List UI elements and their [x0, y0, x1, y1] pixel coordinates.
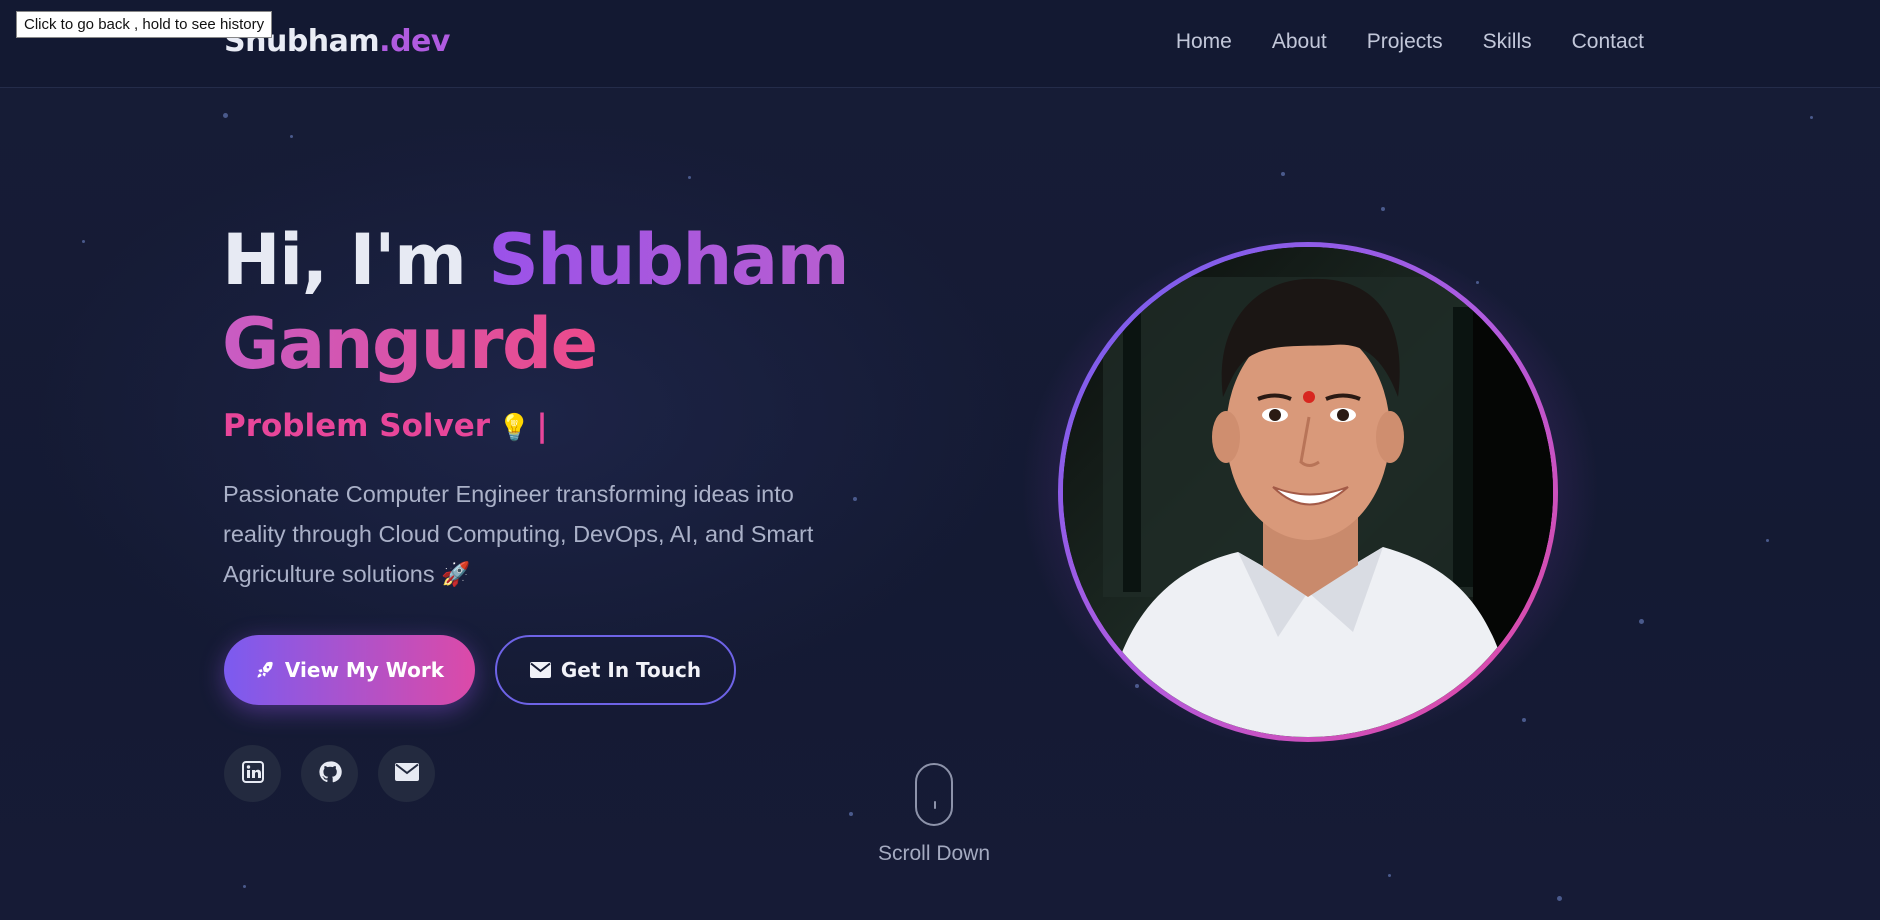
brand-suffix: .dev [379, 24, 450, 59]
page: Shubham .dev Home About Projects Skills C… [0, 0, 1880, 920]
scroll-indicator[interactable]: Scroll Down [876, 763, 992, 866]
envelope-icon [529, 662, 551, 678]
nav-link-contact[interactable]: Contact [1572, 30, 1644, 54]
hero-title: Hi, I'm Shubham Gangurde [222, 218, 850, 386]
hero-description: Passionate Computer Engineer transformin… [223, 481, 814, 587]
scroll-label: Scroll Down [877, 842, 991, 865]
profile-photo-ring [1058, 242, 1558, 742]
hero-greeting: Hi, I'm [222, 219, 489, 301]
view-my-work-button[interactable]: View My Work [224, 635, 475, 705]
star [849, 812, 853, 816]
email-link[interactable] [378, 745, 435, 802]
profile-photo [1063, 247, 1553, 737]
bulb-icon: 💡 [498, 413, 531, 443]
star [1766, 539, 1769, 542]
navbar: Shubham.dev Home About Projects Skills C… [0, 0, 1880, 88]
nav-link-skills[interactable]: Skills [1483, 30, 1532, 54]
star [1388, 874, 1391, 877]
nav-links: Home About Projects Skills Contact [1176, 30, 1644, 54]
hero-role: Problem Solver 💡 | [223, 408, 548, 444]
mouse-icon [915, 763, 953, 826]
star [290, 135, 293, 138]
nav-link-about[interactable]: About [1272, 30, 1327, 54]
github-icon [318, 760, 342, 788]
view-my-work-label: View My Work [284, 658, 445, 682]
role-text: Problem Solver [223, 408, 491, 444]
github-link[interactable] [301, 745, 358, 802]
typing-cursor: | [536, 408, 548, 444]
nav-link-projects[interactable]: Projects [1367, 30, 1443, 54]
linkedin-link[interactable] [224, 745, 281, 802]
hero-first-name: Shubham [488, 219, 849, 301]
rocket-icon [255, 660, 275, 680]
get-in-touch-button[interactable]: Get In Touch [495, 635, 736, 705]
star [243, 885, 246, 888]
linkedin-icon [241, 760, 264, 787]
nav-link-home[interactable]: Home [1176, 30, 1232, 54]
mail-icon [394, 762, 419, 785]
star [688, 176, 691, 179]
portrait-illustration [1063, 247, 1553, 737]
back-button-tooltip: Click to go back , hold to see history [16, 11, 273, 38]
star [1557, 896, 1562, 901]
star [223, 113, 228, 118]
hero-last-name: Gangurde [222, 303, 598, 385]
star [1810, 116, 1813, 119]
social-links [224, 745, 435, 802]
get-in-touch-label: Get In Touch [560, 658, 702, 682]
star [82, 240, 85, 243]
